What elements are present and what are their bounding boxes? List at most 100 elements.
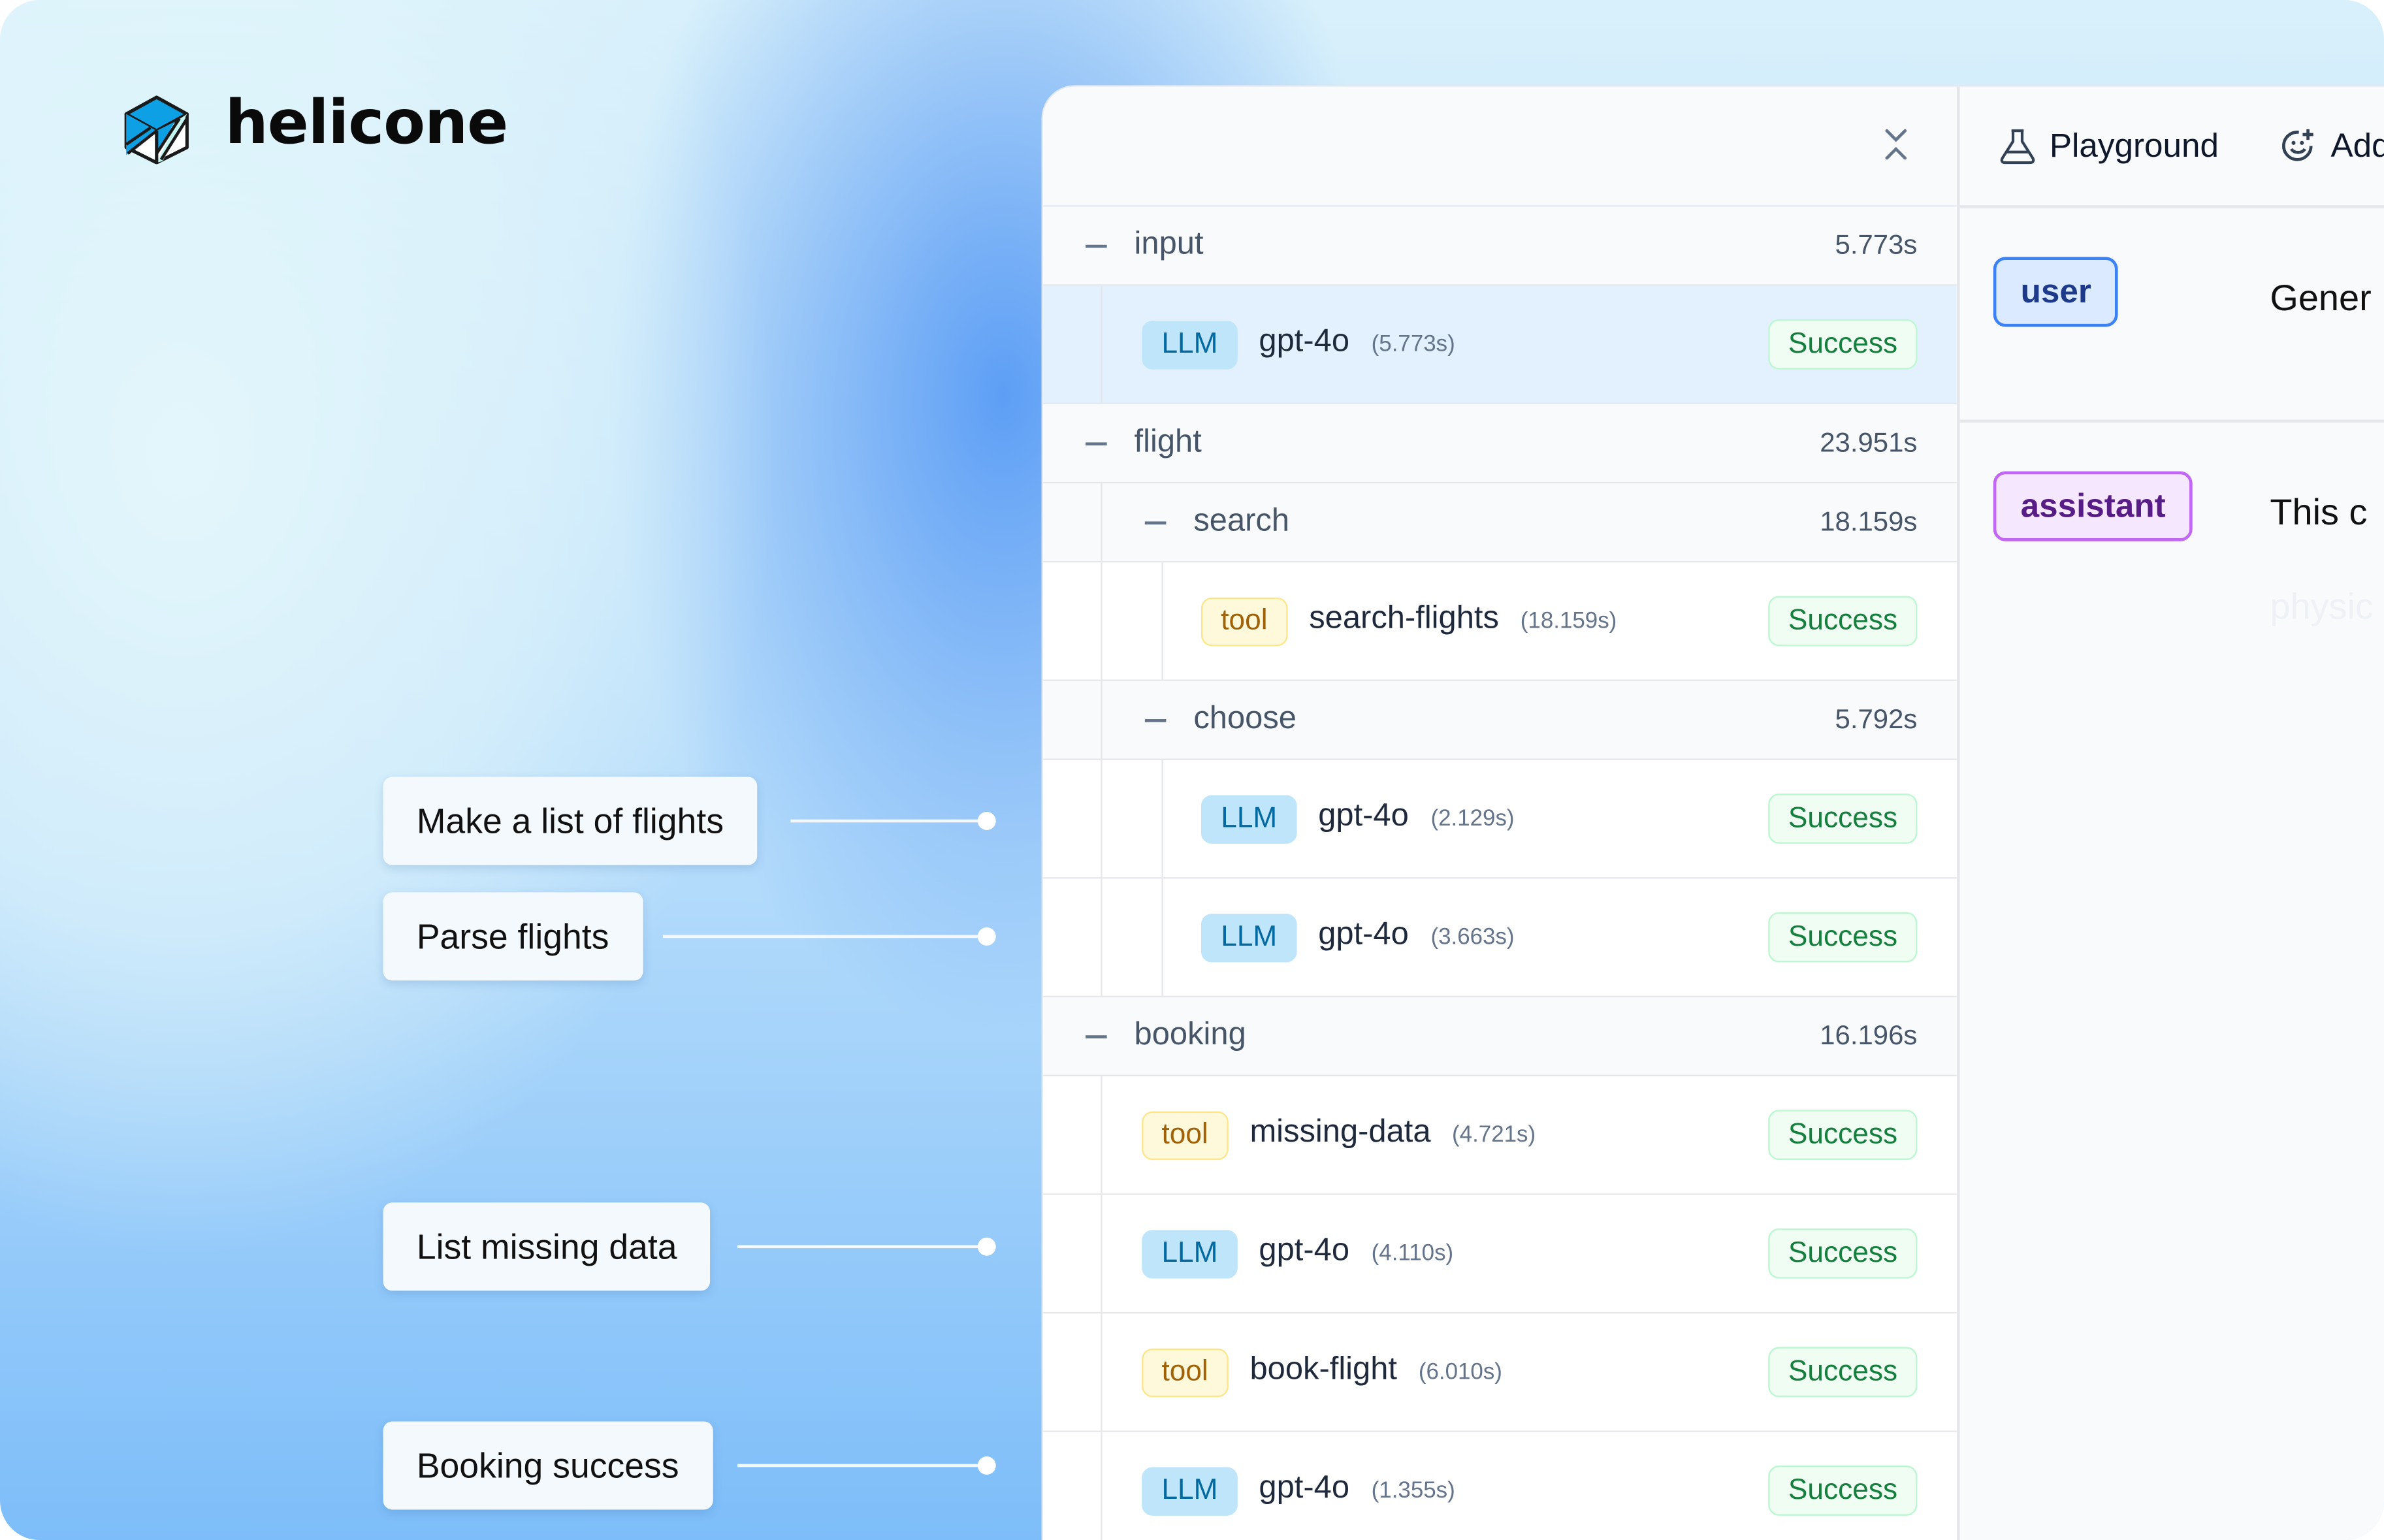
message-assistant: assistant This c physic xyxy=(1960,423,2384,878)
tree-guide-line xyxy=(1101,1076,1103,1194)
type-badge: LLM xyxy=(1142,1467,1238,1516)
connector-dot xyxy=(977,1456,996,1475)
tree-guide-line xyxy=(1101,1195,1103,1312)
type-badge: LLM xyxy=(1200,914,1297,963)
tree-header xyxy=(1042,87,1957,207)
callout-missing-data: List missing data xyxy=(383,1202,711,1291)
tree-guide-line xyxy=(1161,562,1163,680)
span-name: gpt-4o xyxy=(1259,1232,1350,1268)
span-name: gpt-4o xyxy=(1259,1469,1350,1505)
status-badge: Success xyxy=(1768,319,1918,370)
group-label: input xyxy=(1134,226,1204,262)
status-badge: Success xyxy=(1768,794,1918,844)
tree-guide-line xyxy=(1101,1313,1103,1431)
span-item-row[interactable]: tool book-flight (6.010s) Success xyxy=(1042,1313,1957,1432)
span-group-row[interactable]: flight 23.951s xyxy=(1042,404,1957,484)
span-duration: (6.010s) xyxy=(1418,1359,1502,1385)
smiley-plus-icon xyxy=(2282,129,2313,161)
type-badge: LLM xyxy=(1142,1230,1238,1279)
status-badge: Success xyxy=(1768,1465,1918,1516)
span-group-row[interactable]: booking 16.196s xyxy=(1042,997,1957,1077)
group-duration: 18.159s xyxy=(1820,506,1918,537)
close-icon[interactable] xyxy=(1880,126,1911,163)
playground-label: Playground xyxy=(2049,126,2219,165)
status-badge: Success xyxy=(1768,596,1918,647)
span-duration: (4.721s) xyxy=(1452,1121,1536,1148)
tree-guide-line xyxy=(1101,285,1103,403)
span-duration: (4.110s) xyxy=(1371,1240,1454,1267)
span-group-row[interactable]: choose 5.792s xyxy=(1042,681,1957,760)
helicone-logo-icon xyxy=(124,95,189,165)
status-badge: Success xyxy=(1768,1347,1918,1398)
group-duration: 16.196s xyxy=(1820,1019,1918,1051)
status-badge: Success xyxy=(1768,1228,1918,1279)
add-button[interactable]: Add xyxy=(2279,126,2384,166)
tree-guide-line xyxy=(1101,760,1103,878)
span-name: gpt-4o xyxy=(1318,916,1409,952)
group-duration: 5.773s xyxy=(1835,229,1918,261)
group-duration: 5.792s xyxy=(1835,703,1918,735)
group-label: choose xyxy=(1193,701,1297,736)
callout-make-list: Make a list of flights xyxy=(383,777,758,865)
trace-panel: input 5.773s LLM gpt-4o (5.773s) Success fligh… xyxy=(1041,85,2384,1540)
playground-button[interactable]: Playground xyxy=(1998,126,2219,166)
tree-guide-line xyxy=(1101,681,1103,759)
span-name: missing-data xyxy=(1249,1114,1431,1149)
tree-guide-line xyxy=(1101,562,1103,680)
group-label: search xyxy=(1193,503,1290,539)
collapse-icon[interactable] xyxy=(1086,244,1107,248)
span-name: gpt-4o xyxy=(1318,798,1409,833)
tree-guide-line xyxy=(1101,1432,1103,1540)
connector-dot xyxy=(977,812,996,830)
message-user: user Gener xyxy=(1959,208,2384,423)
flask-icon xyxy=(2000,129,2035,165)
span-item-row[interactable]: LLM gpt-4o (4.110s) Success xyxy=(1042,1195,1957,1314)
group-duration: 23.951s xyxy=(1820,427,1918,458)
connector-dot xyxy=(977,927,996,946)
detail-header: Playground Add xyxy=(1959,87,2384,208)
tree-guide-line xyxy=(1101,483,1103,561)
tree-rows: input 5.773s LLM gpt-4o (5.773s) Success fligh… xyxy=(1042,206,1957,1540)
tree-guide-line xyxy=(1161,760,1163,878)
type-badge: LLM xyxy=(1200,795,1297,844)
span-item-row[interactable]: LLM gpt-4o (2.129s) Success xyxy=(1042,760,1957,879)
status-badge: Success xyxy=(1768,1110,1918,1161)
hero-canvas: helicone Make a list of flights Parse fl… xyxy=(0,0,2384,1540)
callout-booking-success: Booking success xyxy=(383,1421,713,1510)
type-badge: tool xyxy=(1142,1348,1229,1398)
span-item-row[interactable]: tool search-flights (18.159s) Success xyxy=(1042,562,1957,681)
callout-parse-flights: Parse flights xyxy=(383,892,643,981)
role-badge-assistant: assistant xyxy=(1993,471,2193,541)
span-duration: (5.773s) xyxy=(1371,331,1455,358)
trace-tree: input 5.773s LLM gpt-4o (5.773s) Success fligh… xyxy=(1042,86,1960,1540)
message-text: Gener xyxy=(2270,278,2372,319)
span-duration: (2.129s) xyxy=(1430,805,1515,832)
span-name: book-flight xyxy=(1249,1351,1397,1387)
role-badge-user: user xyxy=(1993,257,2119,327)
group-label: booking xyxy=(1134,1017,1246,1052)
message-text: This c xyxy=(2270,492,2368,534)
tree-guide-line xyxy=(1101,878,1103,996)
group-label: flight xyxy=(1134,424,1202,459)
tree-guide-line xyxy=(1161,878,1163,996)
type-badge: tool xyxy=(1142,1111,1229,1161)
span-duration: (1.355s) xyxy=(1371,1477,1455,1504)
span-item-row[interactable]: LLM gpt-4o (3.663s) Success xyxy=(1042,878,1957,998)
span-duration: (3.663s) xyxy=(1430,924,1515,950)
type-badge: tool xyxy=(1200,597,1287,647)
add-label: Add xyxy=(2330,126,2384,165)
span-item-row[interactable]: LLM gpt-4o (5.773s) Success xyxy=(1042,285,1957,405)
span-name: gpt-4o xyxy=(1259,323,1350,359)
span-duration: (18.159s) xyxy=(1520,608,1617,634)
span-item-row[interactable]: tool missing-data (4.721s) Success xyxy=(1042,1076,1957,1195)
collapse-icon[interactable] xyxy=(1086,442,1107,446)
collapse-icon[interactable] xyxy=(1086,1035,1107,1038)
span-group-row[interactable]: search 18.159s xyxy=(1042,483,1957,563)
span-group-row[interactable]: input 5.773s xyxy=(1042,206,1957,286)
status-badge: Success xyxy=(1768,912,1918,963)
span-name: search-flights xyxy=(1309,600,1499,636)
span-item-row[interactable]: LLM gpt-4o (1.355s) Success xyxy=(1042,1432,1957,1540)
message-text-faded: physic xyxy=(2270,586,2374,628)
collapse-icon[interactable] xyxy=(1144,521,1167,525)
collapse-icon[interactable] xyxy=(1144,719,1167,722)
